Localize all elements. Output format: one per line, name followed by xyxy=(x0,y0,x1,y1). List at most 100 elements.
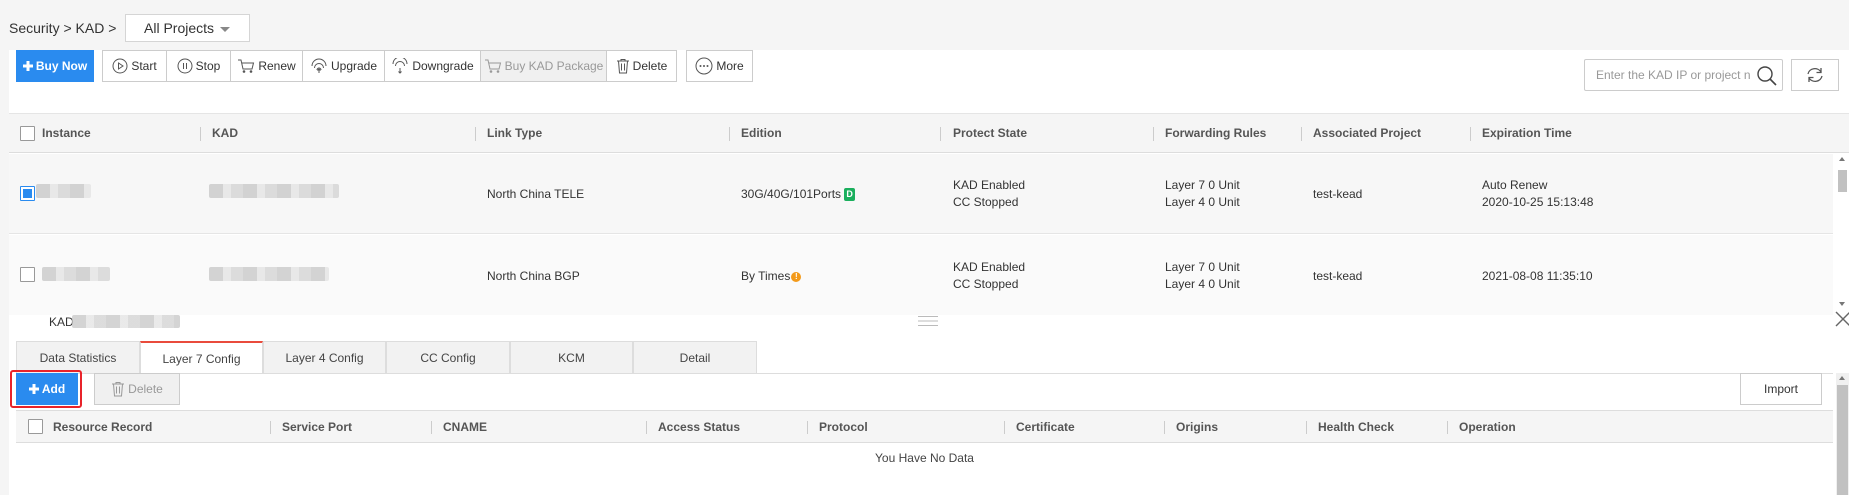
column-divider xyxy=(431,421,432,434)
expiration-time: 2021-08-08 11:35:10 xyxy=(1482,269,1593,283)
refresh-button[interactable] xyxy=(1791,59,1839,91)
rule-layer4: Layer 4 0 Unit xyxy=(1165,277,1240,291)
protect-cc: CC Stopped xyxy=(953,195,1019,209)
play-circle-icon xyxy=(112,58,128,74)
column-divider xyxy=(729,127,730,141)
column-divider xyxy=(1470,127,1471,141)
plus-icon xyxy=(22,61,33,71)
scroll-down-icon[interactable] xyxy=(1839,302,1845,306)
start-button[interactable]: Start xyxy=(102,50,167,82)
header-kad: KAD xyxy=(212,126,238,140)
project-select[interactable]: All Projects xyxy=(125,14,250,42)
rule-layer4: Layer 4 0 Unit xyxy=(1165,195,1240,209)
header-operation: Operation xyxy=(1459,420,1516,434)
edition: By Times! xyxy=(741,268,802,285)
table-row[interactable]: North China TELE 30G/40G/101Ports D KAD E… xyxy=(9,154,1833,234)
header-forwarding-rules: Forwarding Rules xyxy=(1165,126,1267,140)
column-divider xyxy=(1447,421,1448,434)
header-certificate: Certificate xyxy=(1016,420,1075,434)
column-divider xyxy=(1164,421,1165,434)
detail-scrollbar[interactable] xyxy=(1836,373,1849,495)
header-edition: Edition xyxy=(741,126,782,140)
tab-detail[interactable]: Detail xyxy=(633,341,757,373)
tab-layer7-config[interactable]: Layer 7 Config xyxy=(140,341,263,374)
search-icon[interactable] xyxy=(1756,65,1778,87)
search-input[interactable] xyxy=(1585,60,1750,90)
kad-ip-redacted xyxy=(209,267,329,281)
protect-kad: KAD Enabled xyxy=(953,178,1026,192)
protect-kad: KAD Enabled xyxy=(953,260,1026,274)
import-button[interactable]: Import xyxy=(1740,373,1822,405)
scroll-thumb[interactable] xyxy=(1838,170,1847,192)
header-protocol: Protocol xyxy=(819,420,868,434)
expiration-time: 2020-10-25 15:13:48 xyxy=(1482,195,1594,209)
more-button[interactable]: More xyxy=(686,50,753,82)
refresh-icon xyxy=(1807,68,1823,82)
config-table-header: Resource Record Service Port CNAME Acces… xyxy=(16,410,1833,443)
edition-badge: D xyxy=(844,188,856,202)
more-icon xyxy=(695,57,713,75)
chevron-down-icon xyxy=(220,27,230,32)
row-checkbox[interactable] xyxy=(20,267,35,282)
column-divider xyxy=(646,421,647,434)
instance-table-header: Instance KAD Link Type Edition Protect S… xyxy=(9,113,1849,153)
column-divider xyxy=(807,421,808,434)
header-expiration-time: Expiration Time xyxy=(1482,126,1572,140)
downgrade-icon xyxy=(392,58,408,74)
trash-icon xyxy=(112,382,125,397)
downgrade-button[interactable]: Downgrade xyxy=(384,50,481,82)
header-protect-state: Protect State xyxy=(953,126,1028,140)
column-divider xyxy=(1153,127,1154,141)
tab-layer4-config[interactable]: Layer 4 Config xyxy=(263,341,386,373)
link-type: North China BGP xyxy=(487,269,580,283)
breadcrumb-bar: Security > KAD > All Projects xyxy=(0,0,1849,50)
close-icon[interactable] xyxy=(1835,311,1849,327)
instance-name-redacted xyxy=(42,267,110,281)
scroll-thumb[interactable] xyxy=(1837,385,1848,495)
column-divider xyxy=(270,421,271,434)
rule-layer7: Layer 7 0 Unit xyxy=(1165,178,1240,192)
delete-button[interactable]: Delete xyxy=(606,50,677,82)
tab-data-statistics[interactable]: Data Statistics xyxy=(16,341,140,373)
column-divider xyxy=(1301,127,1302,141)
table-scrollbar[interactable] xyxy=(1836,154,1849,312)
select-all-checkbox[interactable] xyxy=(28,419,43,434)
associated-project: test-kead xyxy=(1313,269,1363,283)
buy-kad-package-button[interactable]: Buy KAD Package xyxy=(480,50,607,82)
breadcrumb: Security > KAD > xyxy=(9,20,117,36)
drag-handle-icon[interactable] xyxy=(917,315,939,327)
header-origins: Origins xyxy=(1176,420,1219,434)
main-panel: Buy Now Start Stop Renew Upgrade Downgra… xyxy=(9,50,1849,495)
detail-ip-redacted xyxy=(72,315,180,328)
column-divider xyxy=(475,127,476,141)
column-divider xyxy=(1004,421,1005,434)
add-button-highlight xyxy=(10,370,82,408)
upgrade-button[interactable]: Upgrade xyxy=(302,50,385,82)
scroll-up-icon[interactable] xyxy=(1839,376,1845,380)
warning-icon[interactable]: ! xyxy=(791,271,802,282)
column-divider xyxy=(1306,421,1307,434)
trash-icon xyxy=(616,59,629,74)
tab-kcm[interactable]: KCM xyxy=(510,341,633,373)
header-associated-project: Associated Project xyxy=(1313,126,1422,140)
table-row[interactable]: North China BGP By Times! KAD Enabled CC… xyxy=(9,235,1833,315)
detail-title: KAD xyxy=(49,315,74,329)
upgrade-icon xyxy=(311,58,327,73)
row-checkbox[interactable] xyxy=(20,186,35,201)
tab-cc-config[interactable]: CC Config xyxy=(386,341,510,373)
expiration-renew: Auto Renew xyxy=(1482,178,1548,192)
header-instance: Instance xyxy=(42,126,91,140)
header-access-status: Access Status xyxy=(658,420,741,434)
buy-now-button[interactable]: Buy Now xyxy=(16,50,94,82)
search-box xyxy=(1584,59,1783,91)
scroll-up-icon[interactable] xyxy=(1839,157,1845,161)
select-all-checkbox[interactable] xyxy=(20,126,35,141)
stop-button[interactable]: Stop xyxy=(166,50,231,82)
instance-name-redacted xyxy=(36,184,91,198)
pause-circle-icon xyxy=(177,58,193,74)
renew-button[interactable]: Renew xyxy=(230,50,303,82)
detail-delete-button[interactable]: Delete xyxy=(94,373,180,405)
column-divider xyxy=(200,127,201,141)
link-type: North China TELE xyxy=(487,187,585,201)
project-select-value: All Projects xyxy=(144,20,215,36)
